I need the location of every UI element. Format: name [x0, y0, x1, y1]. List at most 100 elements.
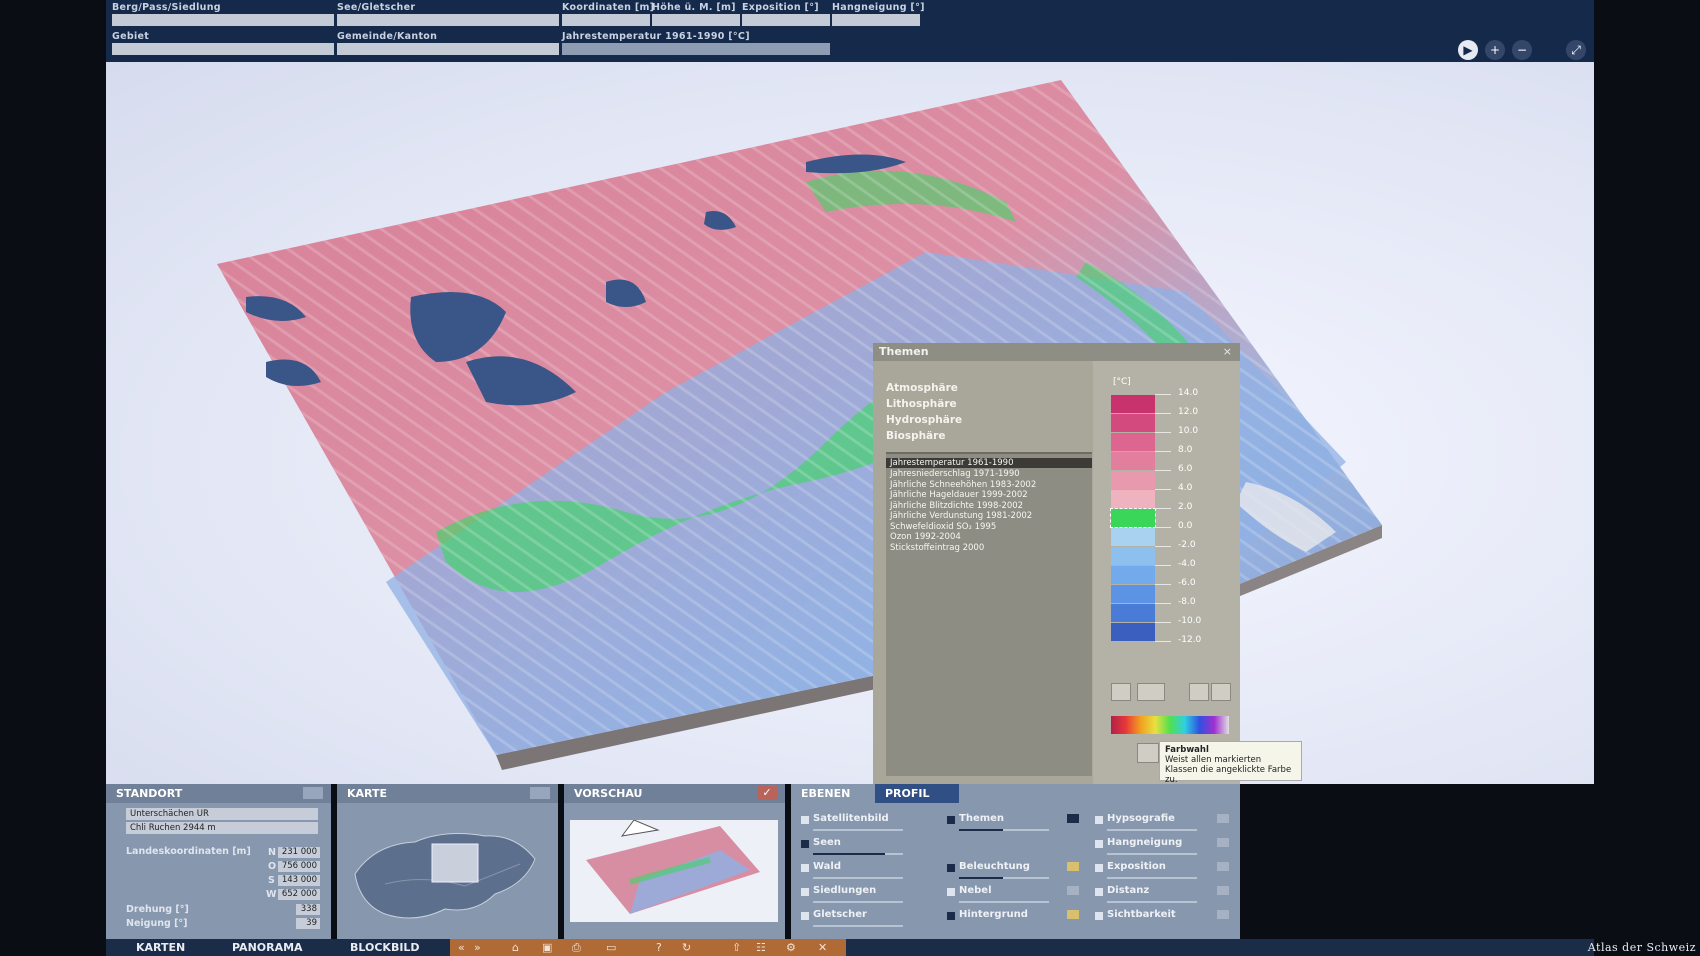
theme-item[interactable]: Jahresniederschlag 1971-1990	[890, 469, 1020, 479]
theme-item[interactable]: Jahrestemperatur 1961-1990	[886, 458, 1092, 468]
checkbox-sichtbarkeit[interactable]	[1095, 912, 1103, 920]
legend-swatch[interactable]	[1111, 547, 1155, 565]
save-icon[interactable]: ▣	[542, 939, 552, 956]
histogram-icon[interactable]	[1189, 683, 1209, 701]
legend-swatch[interactable]	[1111, 490, 1155, 508]
layer-opacity-track[interactable]	[1107, 877, 1197, 879]
checkmark-icon[interactable]: ✓	[757, 786, 777, 800]
list-icon[interactable]	[303, 787, 323, 799]
layer-hangneigung[interactable]: Hangneigung	[1107, 837, 1182, 848]
neigung-value[interactable]: 39	[296, 918, 320, 929]
hangneigung-settings-icon[interactable]	[1217, 838, 1229, 847]
nebel-settings-icon[interactable]	[1067, 886, 1079, 895]
nav-blockbild[interactable]: BLOCKBILD	[350, 939, 420, 956]
rotate-icon[interactable]: ↻	[682, 939, 691, 956]
checkbox-beleuchtung[interactable]	[947, 864, 955, 872]
fullscreen-icon[interactable]: ⤢	[1566, 40, 1586, 60]
nav-karten[interactable]: KARTEN	[136, 939, 185, 956]
theme-item[interactable]: Stickstoffeintrag 2000	[890, 543, 984, 553]
legend-swatch[interactable]	[1111, 623, 1155, 641]
coord-w-value[interactable]: 652 000	[278, 889, 320, 900]
switzerland-overview-map[interactable]	[345, 814, 545, 929]
coord-o-value[interactable]: 756 000	[278, 861, 320, 872]
legend-swatch[interactable]	[1110, 508, 1156, 528]
close-icon[interactable]: ×	[1223, 345, 1232, 358]
tab-ebenen[interactable]: EBENEN	[791, 784, 871, 803]
layer-opacity-track[interactable]	[813, 925, 903, 927]
back-icon[interactable]: «	[458, 939, 465, 956]
forward-icon[interactable]: »	[474, 939, 481, 956]
theme-item[interactable]: Ozon 1992-2004	[890, 532, 961, 542]
theme-item[interactable]: Jährliche Blitzdichte 1998-2002	[890, 501, 1023, 511]
checkbox-themen[interactable]	[947, 816, 955, 824]
light-settings-icon[interactable]	[1067, 862, 1079, 871]
hypsografie-settings-icon[interactable]	[1217, 814, 1229, 823]
farbwahl-button[interactable]	[1137, 743, 1159, 763]
theme-item[interactable]: Jährliche Hageldauer 1999-2002	[890, 490, 1028, 500]
list-view-icon[interactable]: ☷	[756, 939, 766, 956]
legend-swatch[interactable]	[1111, 471, 1155, 489]
checkbox-hintergrund[interactable]	[947, 912, 955, 920]
hintergrund-settings-icon[interactable]	[1067, 910, 1079, 919]
layer-satellitenbild[interactable]: Satellitenbild	[813, 813, 889, 824]
distanz-settings-icon[interactable]	[1217, 886, 1229, 895]
checkbox-distanz[interactable]	[1095, 888, 1103, 896]
layer-siedlungen[interactable]: Siedlungen	[813, 885, 876, 896]
help-icon[interactable]: ?	[656, 939, 662, 956]
category-biosphaere[interactable]: Biosphäre	[886, 430, 945, 442]
viewport-indicator[interactable]	[431, 843, 479, 883]
layer-opacity-track[interactable]	[1107, 901, 1197, 903]
layer-seen[interactable]: Seen	[813, 837, 841, 848]
legend-swatch[interactable]	[1111, 414, 1155, 432]
coord-n-value[interactable]: 231 000	[278, 847, 320, 858]
checkbox-siedlungen[interactable]	[801, 888, 809, 896]
legend-swatch[interactable]	[1111, 452, 1155, 470]
layer-distanz[interactable]: Distanz	[1107, 885, 1149, 896]
layer-opacity-track[interactable]	[1107, 829, 1197, 831]
checkbox-exposition[interactable]	[1095, 864, 1103, 872]
legend-swatch[interactable]	[1111, 585, 1155, 603]
play-icon[interactable]: ▶	[1458, 40, 1478, 60]
home-icon[interactable]: ⌂	[512, 939, 519, 956]
histogram-alt-icon[interactable]	[1211, 683, 1231, 701]
legend-swatch[interactable]	[1111, 528, 1155, 546]
layer-themen[interactable]: Themen	[959, 813, 1004, 824]
theme-item[interactable]: Jährliche Verdunstung 1981-2002	[890, 511, 1032, 521]
nav-panorama[interactable]: PANORAMA	[232, 939, 303, 956]
terrain-blockbild[interactable]	[106, 62, 1594, 784]
3d-block-view[interactable]	[106, 62, 1594, 784]
exposition-settings-icon[interactable]	[1217, 862, 1229, 871]
legend-swatch[interactable]	[1111, 604, 1155, 622]
single-class-icon[interactable]	[1111, 683, 1131, 701]
category-lithosphaere[interactable]: Lithosphäre	[886, 398, 957, 410]
themen-opacity-slider[interactable]	[959, 829, 1003, 831]
tab-profil[interactable]: PROFIL	[875, 784, 959, 803]
color-spectrum-picker[interactable]	[1111, 716, 1229, 734]
dropdown-icon[interactable]	[1067, 814, 1079, 823]
layer-gletscher[interactable]: Gletscher	[813, 909, 867, 920]
zoom-out-icon[interactable]: −	[1512, 40, 1532, 60]
theme-item[interactable]: Jährliche Schneehöhen 1983-2002	[890, 480, 1036, 490]
layer-opacity-track[interactable]	[959, 901, 1049, 903]
checkbox-wald[interactable]	[801, 864, 809, 872]
layer-opacity-track[interactable]	[1107, 853, 1197, 855]
layer-sichtbarkeit[interactable]: Sichtbarkeit	[1107, 909, 1176, 920]
checkbox-nebel[interactable]	[947, 888, 955, 896]
checkbox-gletscher[interactable]	[801, 912, 809, 920]
beleuchtung-slider[interactable]	[959, 877, 1003, 879]
seen-opacity-slider[interactable]	[813, 853, 885, 855]
up-icon[interactable]: ⇧	[732, 939, 741, 956]
checkbox-satellitenbild[interactable]	[801, 816, 809, 824]
legend-swatch[interactable]	[1111, 395, 1155, 413]
settings-icon[interactable]: ⚙	[786, 939, 796, 956]
checkbox-seen[interactable]	[801, 840, 809, 848]
checkbox-hypsografie[interactable]	[1095, 816, 1103, 824]
export-icon[interactable]: ▭	[606, 939, 616, 956]
category-atmosphaere[interactable]: Atmosphäre	[886, 382, 958, 394]
layer-exposition[interactable]: Exposition	[1107, 861, 1166, 872]
print-icon[interactable]: ⎙	[572, 939, 581, 956]
coord-s-value[interactable]: 143 000	[278, 875, 320, 886]
sichtbarkeit-settings-icon[interactable]	[1217, 910, 1229, 919]
layer-hintergrund[interactable]: Hintergrund	[959, 909, 1028, 920]
zoom-in-icon[interactable]: +	[1485, 40, 1505, 60]
